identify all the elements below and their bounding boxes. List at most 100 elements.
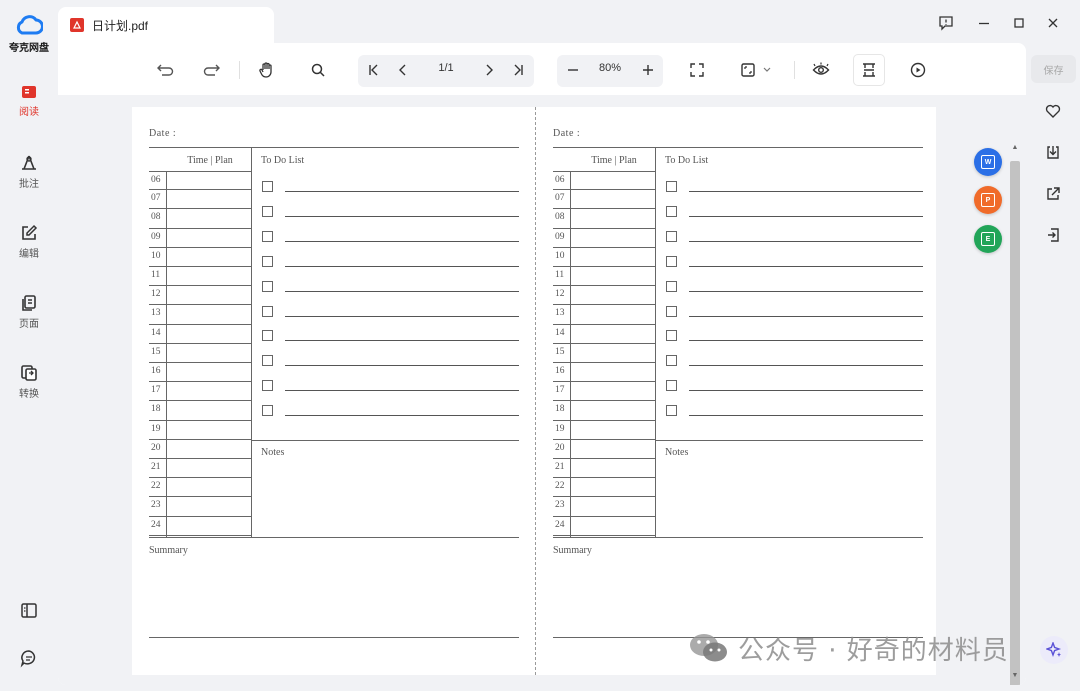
column-divider (655, 147, 656, 537)
to-ppt-icon[interactable]: P (974, 186, 1002, 214)
todo-writing-line (285, 415, 519, 417)
prev-page-icon[interactable] (390, 57, 416, 83)
hour-row: 14 (553, 325, 655, 344)
hour-row: 08 (553, 209, 655, 229)
edit-icon (22, 224, 38, 240)
rail-item-pages[interactable]: 页面 (4, 294, 54, 330)
hour-row: 09 (553, 229, 655, 248)
zoom-out-icon[interactable] (560, 57, 586, 83)
rail-item-read[interactable]: 阅读 (4, 84, 54, 118)
hour-row: 19 (149, 421, 251, 440)
planner-right: Date : Time | Plan To Do List 06 07 08 09 10 11 1… (553, 107, 923, 675)
maximize-icon[interactable] (1008, 12, 1030, 34)
eye-care-icon[interactable] (808, 57, 834, 83)
share-icon[interactable] (1042, 183, 1064, 205)
rail-item-label: 批注 (19, 179, 39, 190)
fit-page-icon[interactable] (735, 57, 779, 83)
to-word-icon[interactable]: W (974, 148, 1002, 176)
scroll-up-arrow[interactable]: ▲ (1010, 143, 1020, 153)
todo-item (665, 229, 923, 249)
chat-icon[interactable] (19, 648, 39, 668)
next-page-icon[interactable] (476, 57, 502, 83)
hour-label: 15 (151, 346, 161, 357)
to-excel-icon[interactable]: E (974, 225, 1002, 253)
todo-item (665, 304, 923, 324)
summary-line (149, 637, 519, 638)
hour-divider (166, 171, 167, 537)
last-page-icon[interactable] (505, 57, 531, 83)
hour-row: 22 (553, 478, 655, 498)
todo-checkbox (666, 330, 677, 342)
download-icon[interactable] (1042, 141, 1064, 163)
fullscreen-icon[interactable] (684, 57, 710, 83)
rail-item-annotate[interactable]: 批注 (4, 154, 54, 190)
play-icon[interactable] (905, 57, 931, 83)
hour-row: 21 (149, 459, 251, 479)
hour-row: 13 (149, 305, 251, 325)
hour-label: 17 (151, 385, 161, 396)
hour-row: 07 (553, 190, 655, 210)
todo-item (261, 328, 519, 348)
document-viewport[interactable]: Date : Time | Plan To Do List 06 07 08 09 10 11 1… (58, 95, 1026, 685)
hour-label: 10 (151, 250, 161, 261)
todo-item (261, 254, 519, 274)
rail-item-edit[interactable]: 编辑 (4, 224, 54, 260)
close-icon[interactable] (1042, 12, 1064, 34)
todo-checkbox (262, 405, 273, 417)
hour-row: 11 (149, 267, 251, 287)
search-icon[interactable] (305, 57, 331, 83)
pages-icon (22, 295, 36, 311)
hour-row: 14 (149, 325, 251, 344)
hour-row: 20 (149, 440, 251, 459)
todo-item (665, 328, 923, 348)
rail-item-label: 页面 (19, 319, 39, 330)
scroll-down-arrow[interactable]: ▼ (1010, 671, 1020, 681)
minimize-icon[interactable] (973, 12, 995, 34)
hour-label: 18 (555, 404, 565, 415)
column-divider (251, 147, 252, 537)
hour-label: 18 (151, 404, 161, 415)
todo-writing-line (689, 340, 923, 342)
first-page-icon[interactable] (361, 57, 387, 83)
todo-item (261, 204, 519, 224)
scrollbar-thumb[interactable] (1010, 161, 1020, 685)
rule-line (553, 147, 923, 148)
hour-row: 06 (553, 171, 655, 191)
hour-row: 15 (149, 344, 251, 363)
hour-label: 09 (555, 231, 565, 242)
rail-item-convert[interactable]: 转换 (4, 364, 54, 400)
todo-writing-line (285, 365, 519, 367)
planner-left: Date : Time | Plan To Do List 06 07 08 09 10 11 1… (149, 107, 519, 675)
hour-label: 16 (151, 366, 161, 376)
hour-row: 23 (149, 497, 251, 517)
ai-assistant-icon[interactable] (1040, 636, 1068, 664)
todo-item (261, 403, 519, 423)
todo-checkbox (262, 205, 273, 217)
feedback-icon[interactable] (935, 12, 957, 34)
todo-checkbox (666, 405, 677, 417)
redo-icon[interactable] (199, 57, 225, 83)
notes-rule (251, 440, 519, 441)
toolbar: 1/1 80% (58, 43, 1026, 95)
todo-checkbox (262, 280, 273, 292)
app-logo[interactable]: 夸克网盘 (6, 14, 52, 54)
zoom-value[interactable]: 80% (590, 62, 630, 74)
zoom-in-icon[interactable] (635, 57, 661, 83)
todo-item (261, 229, 519, 249)
todo-writing-line (689, 191, 923, 192)
hour-label: 08 (555, 212, 565, 223)
favorite-icon[interactable] (1042, 100, 1064, 122)
hand-icon[interactable] (254, 57, 280, 83)
hour-label: 11 (555, 270, 565, 280)
save-button[interactable]: 保存 (1031, 55, 1076, 83)
tab-document[interactable]: 日计划.pdf (58, 7, 274, 43)
sidebar-toggle-icon[interactable] (19, 601, 39, 621)
rule-line (149, 537, 519, 538)
hour-label: 09 (151, 231, 161, 242)
page-indicator[interactable]: 1/1 (426, 62, 466, 74)
todo-item (665, 279, 923, 299)
export-icon[interactable] (1042, 224, 1064, 246)
split-view-icon[interactable] (854, 55, 884, 85)
undo-icon[interactable] (152, 57, 178, 83)
todo-checkbox (262, 181, 273, 192)
